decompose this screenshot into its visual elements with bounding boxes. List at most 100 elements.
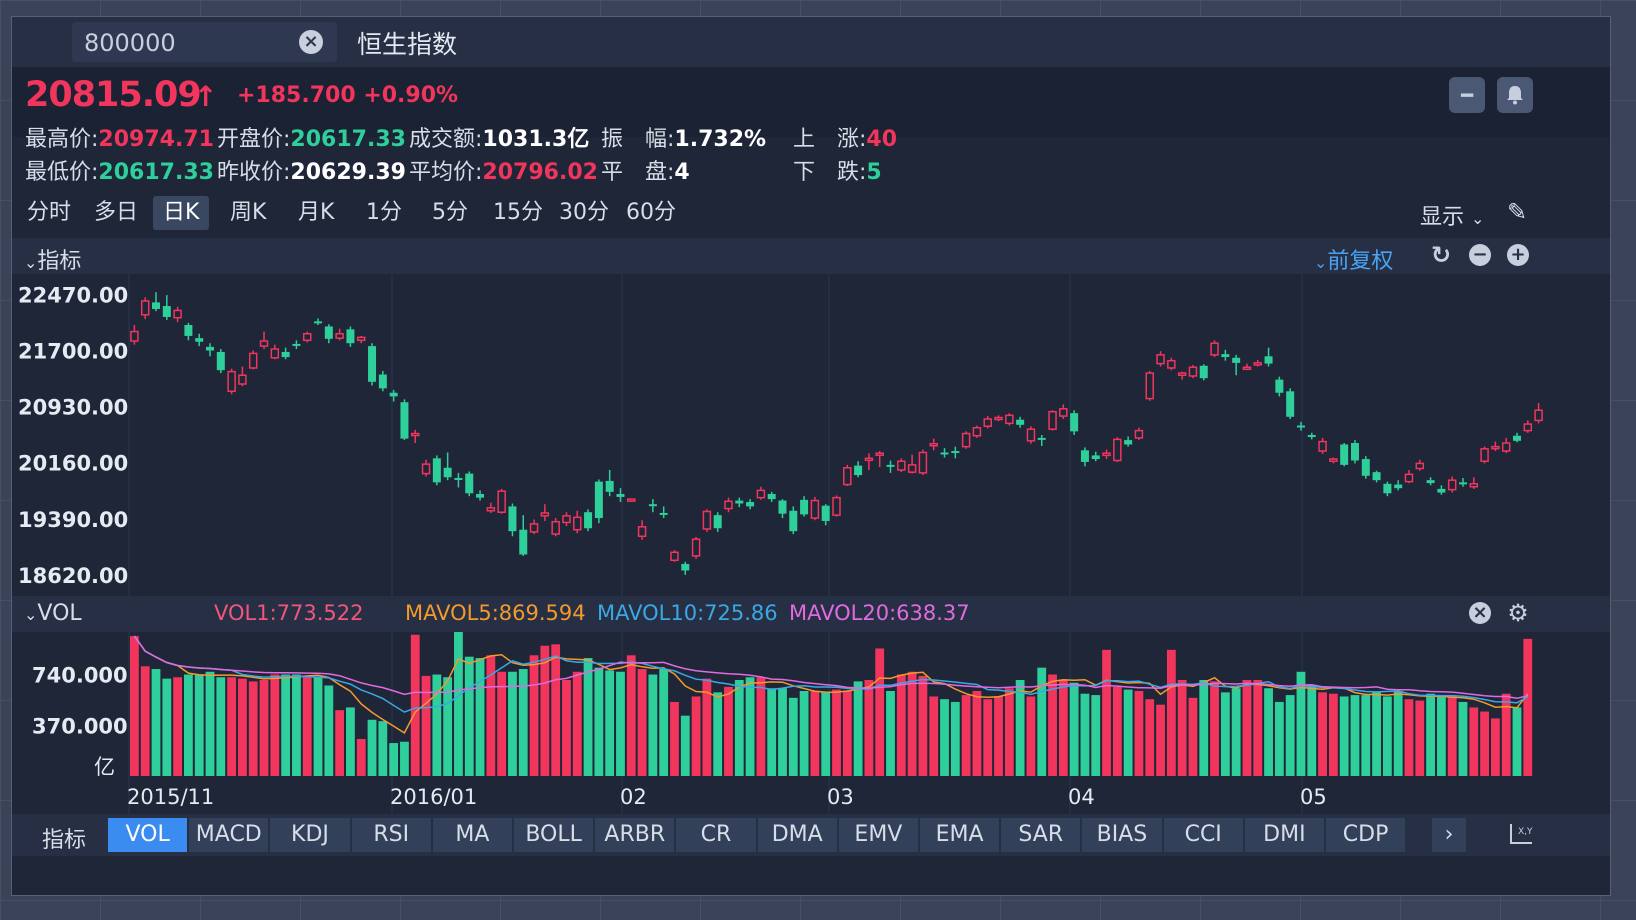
candle-body <box>1340 444 1349 465</box>
volume-bar <box>551 644 561 776</box>
candle-body <box>907 464 917 473</box>
price-tick-label: 20160.00 <box>18 452 128 476</box>
tab-dma[interactable]: DMA <box>757 818 837 852</box>
candle-body <box>659 512 668 515</box>
tab-cci[interactable]: CCI <box>1163 818 1243 852</box>
volume-bar <box>778 688 787 776</box>
candle-body <box>1091 455 1100 460</box>
tab-cdp[interactable]: CDP <box>1326 818 1406 852</box>
volume-bar <box>853 681 863 776</box>
volume-bar <box>670 701 679 776</box>
candle-body <box>778 500 787 514</box>
tab-macd[interactable]: MACD <box>189 818 269 852</box>
bell-icon[interactable] <box>1497 77 1533 113</box>
tab-bias[interactable]: BIAS <box>1082 818 1162 852</box>
candle-body <box>259 340 269 347</box>
volume-bar <box>1274 701 1284 776</box>
volume-bar <box>994 696 1003 776</box>
candle-body <box>1512 435 1521 441</box>
minimize-button[interactable]: ━ <box>1449 77 1485 113</box>
candle-body <box>594 481 603 519</box>
volume-bar <box>324 685 334 776</box>
candle-body <box>1048 410 1057 430</box>
tab-weekly-k[interactable]: 周K <box>220 196 276 230</box>
candle-body <box>756 489 766 499</box>
advancers-label: 上 涨: <box>793 127 867 152</box>
last-price: 20815.09 <box>25 75 202 115</box>
tab-arbr[interactable]: ARBR <box>595 818 675 852</box>
candle-body <box>605 480 614 492</box>
tab-1min[interactable]: 1分 <box>356 196 412 230</box>
unchanged-value: 4 <box>674 160 690 185</box>
tab-emv[interactable]: EMV <box>838 818 918 852</box>
close-icon[interactable]: × <box>1469 602 1491 624</box>
candle-body <box>227 370 236 393</box>
tab-sar[interactable]: SAR <box>1001 818 1081 852</box>
volume-tick-label: 370.000 <box>32 714 128 738</box>
tab-boll[interactable]: BOLL <box>514 818 594 852</box>
xy-axis-icon[interactable]: X,Y <box>1508 822 1534 850</box>
candle-body <box>1372 472 1381 481</box>
stats-panel: 最高价:20974.71 开盘价:20617.33 成交额:1031.3亿 振 … <box>12 117 1610 192</box>
candle-body <box>1167 359 1176 369</box>
volume-bar <box>140 666 150 776</box>
candle-body <box>1113 438 1122 462</box>
volume-bar <box>1339 696 1349 776</box>
volume-bar <box>724 686 733 776</box>
zoom-in-icon[interactable]: + <box>1507 244 1529 266</box>
tab-cr[interactable]: CR <box>676 818 756 852</box>
volume-bar <box>1253 680 1263 776</box>
tab-30min[interactable]: 30分 <box>549 196 619 230</box>
candle-body <box>1221 354 1230 358</box>
tab-daily-k[interactable]: 日K <box>153 196 210 230</box>
volume-bar <box>367 719 377 776</box>
candle-body <box>1491 445 1500 450</box>
candle-body <box>292 343 301 346</box>
tab-ema[interactable]: EMA <box>920 818 1000 852</box>
volume-bar <box>875 648 885 776</box>
tab-15min[interactable]: 15分 <box>483 196 553 230</box>
volume-bar <box>1188 697 1198 776</box>
clear-icon[interactable]: × <box>299 30 323 54</box>
volume-bar <box>529 655 539 776</box>
volume-bar <box>1210 681 1219 776</box>
volume-bar <box>821 692 831 776</box>
volume-bar <box>281 674 291 776</box>
tab-ma[interactable]: MA <box>432 818 512 852</box>
tab-monthly-k[interactable]: 月K <box>288 196 344 230</box>
candle-body <box>184 324 193 336</box>
candle-body <box>476 494 485 498</box>
tab-intraday[interactable]: 分时 <box>17 196 81 230</box>
volume-bar <box>1285 695 1295 776</box>
candle-body <box>1242 366 1252 370</box>
tab-kdj[interactable]: KDJ <box>270 818 350 852</box>
tab-dmi[interactable]: DMI <box>1244 818 1324 852</box>
zoom-out-icon[interactable]: − <box>1469 244 1491 266</box>
candlestick-chart[interactable]: 22470.00 21700.00 20930.00 20160.00 19390.00… <box>12 274 1611 596</box>
candle-body <box>929 442 938 447</box>
more-tabs-button[interactable]: › <box>1432 818 1466 852</box>
volume-bar <box>389 743 399 776</box>
volume-chart[interactable]: 740.000 370.000 亿 2015/11 2016/01 02 03 04 05 <box>12 632 1611 814</box>
search-box[interactable]: × <box>72 22 337 62</box>
candle-body <box>454 477 463 480</box>
candle-body <box>994 416 1003 421</box>
tab-60min[interactable]: 60分 <box>616 196 686 230</box>
tab-5min[interactable]: 5分 <box>422 196 478 230</box>
volume-bar <box>691 696 701 776</box>
candle-body <box>130 330 139 342</box>
gear-icon[interactable]: ⚙ <box>1507 601 1529 625</box>
candle-body <box>248 352 258 369</box>
candle-body <box>1199 365 1208 379</box>
search-input[interactable] <box>82 28 286 58</box>
main-indicator-toggle[interactable]: ⌄指标 <box>24 243 81 275</box>
refresh-icon[interactable]: ↻ <box>1430 243 1452 267</box>
tab-multi-day[interactable]: 多日 <box>84 196 148 230</box>
vol-toggle[interactable]: ⌄VOL <box>24 601 82 626</box>
candle-body <box>573 516 582 531</box>
tab-rsi[interactable]: RSI <box>351 818 431 852</box>
pen-icon[interactable]: ✎ <box>1507 198 1527 226</box>
adjust-dropdown[interactable]: ⌄前复权 <box>1314 243 1393 275</box>
display-dropdown[interactable]: 显示 ⌄ <box>1420 199 1484 231</box>
tab-vol[interactable]: VOL <box>108 818 188 852</box>
